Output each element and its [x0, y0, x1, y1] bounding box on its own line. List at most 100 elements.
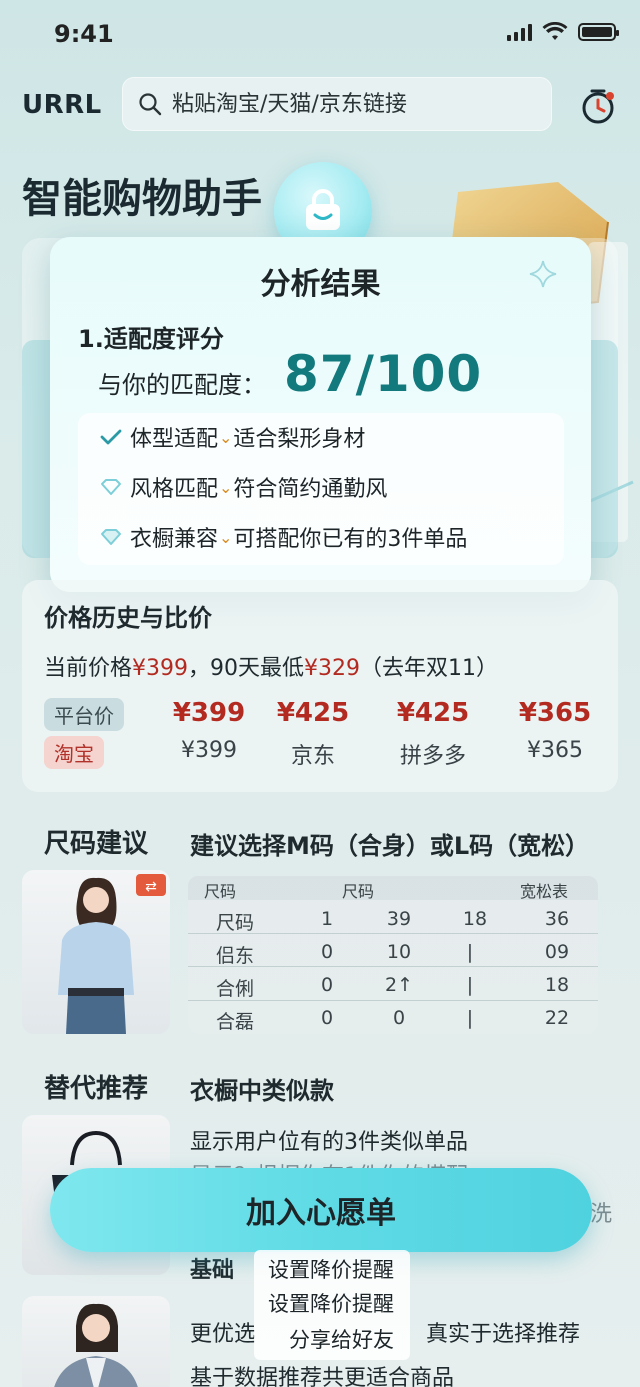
- table-cell: 18: [462, 908, 488, 930]
- match-label: 与你的匹配度：: [98, 371, 266, 399]
- fit-checklist: 体型适配 ⌄ 适合梨形身材 风格匹配 ⌄ 符合简约通勤风 衣橱兼容 ⌄ 可搭配你已有的3件单…: [78, 413, 564, 565]
- table-cell: |: [466, 1007, 474, 1029]
- recommended-model-photo[interactable]: [22, 1296, 170, 1387]
- table-cell: 22: [544, 1007, 570, 1029]
- heart-outline-icon: [101, 529, 121, 545]
- platform-price: ¥365: [518, 698, 592, 728]
- price-mid: ，90天最低: [188, 656, 305, 681]
- price-column[interactable]: ¥365 ¥365: [500, 698, 610, 763]
- price-summary: 当前价格¥399，90天最低¥329（去年双11）: [44, 650, 498, 682]
- table-cell: 10: [386, 941, 412, 963]
- table-cell: 09: [544, 941, 570, 963]
- table-cell: 合磊: [215, 1011, 254, 1033]
- platform-label: ¥365: [527, 738, 583, 763]
- search-icon: [139, 93, 162, 116]
- table-cell: 合俐: [215, 978, 254, 1000]
- page-title: 智能购物助手: [22, 176, 262, 222]
- svg-text:⇄: ⇄: [145, 879, 157, 895]
- check-label: 风格匹配: [130, 477, 219, 502]
- check-label: 体型适配: [130, 427, 219, 452]
- size-table-header: 尺码 尺码 宽松表: [188, 876, 598, 901]
- table-cell: 2↑: [384, 974, 413, 996]
- check-detail: 适合梨形身材: [233, 427, 366, 452]
- match-score: 87/100: [284, 345, 483, 403]
- model-figure: ⇄: [58, 874, 166, 1034]
- table-cell: 18: [544, 974, 570, 996]
- table-header-cell: 尺码: [204, 882, 237, 901]
- platform-price: ¥425: [276, 698, 350, 728]
- table-cell: 0: [320, 941, 334, 963]
- menu-item-share[interactable]: 分享给好友: [289, 1324, 394, 1354]
- action-menu: 设置降价提醒 设置降价提醒 分享给好友: [254, 1250, 410, 1360]
- analysis-result-modal: 分析结果 1.适配度评分 与你的匹配度： 87/100 体型适配 ⌄ 适合梨形身材 …: [50, 237, 591, 592]
- table-cell: 36: [544, 908, 570, 930]
- price-history-title: 价格历史与比价: [44, 604, 212, 632]
- price-prefix: 当前价格: [44, 656, 133, 681]
- shopping-bag-icon: [306, 189, 340, 230]
- menu-item-price-alert[interactable]: 设置降价提醒: [268, 1288, 394, 1318]
- model-photo[interactable]: ⇄: [22, 870, 170, 1034]
- platform-price: ¥425: [396, 698, 470, 728]
- check-row-wardrobe: 衣橱兼容 ⌄ 可搭配你已有的3件单品: [98, 521, 467, 553]
- price-column[interactable]: ¥425 拼多多: [378, 698, 488, 770]
- check-detail: 符合简约通勤风: [233, 477, 388, 502]
- check-icon: [100, 429, 122, 445]
- alternatives-title: 替代推荐: [44, 1074, 149, 1104]
- sparkle-icon: [529, 260, 557, 288]
- menu-item-price-alert[interactable]: 设置降价提醒: [268, 1254, 394, 1284]
- status-time: 9:41: [54, 20, 114, 48]
- table-cell: |: [466, 941, 474, 963]
- taobao-tag[interactable]: 淘宝: [44, 736, 104, 769]
- chevron-down-icon: ⌄: [219, 477, 233, 497]
- add-to-wishlist-button[interactable]: 加入心愿单: [50, 1168, 592, 1252]
- status-icons: [507, 22, 619, 42]
- alternatives-subtitle: 衣橱中类似款: [190, 1077, 334, 1105]
- heart-outline-icon: [101, 479, 121, 495]
- platform-label: ¥399: [181, 738, 237, 763]
- chevron-down-icon: ⌄: [219, 427, 233, 447]
- price-column[interactable]: ¥425 京东: [258, 698, 368, 770]
- fit-score-title: 1.适配度评分: [78, 325, 224, 353]
- table-cell: |: [466, 974, 474, 996]
- platform-label: 京东: [290, 744, 335, 769]
- table-cell: 1: [320, 908, 334, 930]
- app-logo: URRL: [22, 90, 102, 120]
- recommend-line: 基于数据推荐共更适合商品: [190, 1366, 455, 1387]
- alternatives-base-label: 基础: [190, 1258, 235, 1283]
- wifi-icon: [542, 22, 568, 40]
- table-cell: 0: [320, 1007, 334, 1029]
- alternatives-description: 显示用户位有的3件类似单品: [190, 1130, 468, 1155]
- timer-icon[interactable]: [578, 86, 618, 126]
- table-cell: 侣东: [215, 945, 254, 967]
- current-price: ¥399: [132, 656, 189, 681]
- table-cell: 尺码: [215, 912, 254, 934]
- price-history-card: 价格历史与比价 当前价格¥399，90天最低¥329（去年双11） 平台价 淘宝…: [22, 580, 618, 792]
- check-detail: 可搭配你已有的3件单品: [233, 527, 468, 552]
- search-input[interactable]: [172, 91, 512, 117]
- lowest-price: ¥329: [304, 656, 361, 681]
- cellular-signal-icon: [507, 23, 532, 41]
- faded-text: 洗: [590, 1202, 613, 1227]
- recommend-line: 更优选: [190, 1322, 257, 1347]
- search-bar[interactable]: [122, 77, 552, 131]
- check-label: 衣橱兼容: [130, 527, 219, 552]
- platform-price-tag: 平台价: [44, 698, 124, 731]
- table-cell: 0: [392, 1007, 406, 1029]
- price-column[interactable]: ¥399 ¥399: [154, 698, 264, 763]
- table-header-cell: 尺码: [341, 882, 374, 901]
- battery-icon: [578, 23, 619, 41]
- size-section-title: 尺码建议: [44, 829, 149, 859]
- size-recommendation: 建议选择M码（合身）或L码（宽松）: [190, 832, 590, 860]
- table-cell: 39: [386, 908, 412, 930]
- size-table: 尺码 尺码 宽松表 尺码 1 39 18 36 侣东 0 10 | 09 合俐 …: [188, 876, 598, 1034]
- modal-title: 分析结果: [260, 267, 381, 302]
- price-suffix: （去年双11）: [360, 656, 499, 681]
- platform-price: ¥399: [172, 698, 246, 728]
- check-row-body-fit: 体型适配 ⌄ 适合梨形身材: [98, 421, 365, 453]
- platform-label: 拼多多: [399, 744, 466, 769]
- recommend-line: 真实于选择推荐: [426, 1322, 581, 1347]
- table-header-cell: 宽松表: [519, 882, 568, 901]
- chevron-down-icon: ⌄: [219, 527, 233, 547]
- check-row-style: 风格匹配 ⌄ 符合简约通勤风: [98, 471, 387, 503]
- model-figure: [54, 1303, 138, 1387]
